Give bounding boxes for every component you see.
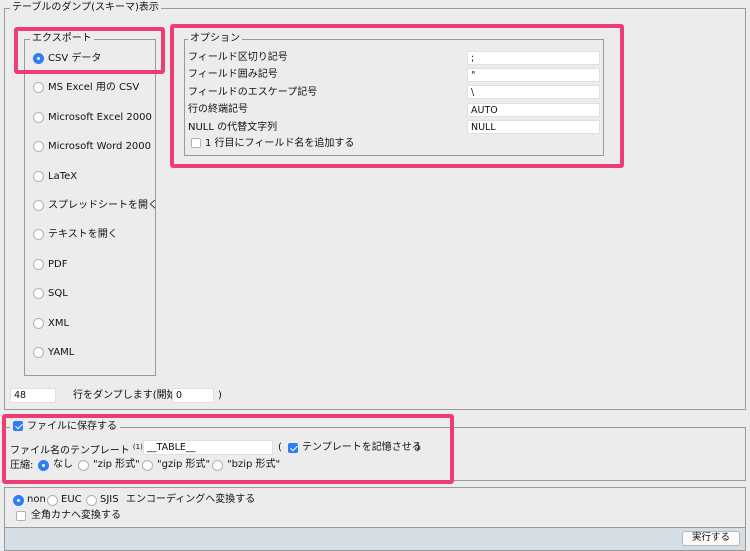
highlight-csv-export — [14, 27, 165, 74]
execute-button[interactable]: 実行する — [682, 531, 740, 546]
encoding-radio[interactable] — [13, 495, 24, 506]
kana-convert-label: 全角カナへ変換する — [31, 510, 121, 521]
export-format-label[interactable]: SQL — [48, 287, 68, 300]
encoding-option-label[interactable]: SJIS — [100, 493, 119, 506]
dump-rows-close: ) — [218, 390, 222, 401]
highlight-save-file — [2, 414, 454, 484]
export-format-label[interactable]: LaTeX — [48, 170, 77, 183]
export-format-label[interactable]: Microsoft Excel 2000 — [48, 111, 152, 124]
export-format-radio[interactable] — [33, 111, 44, 123]
export-format-label[interactable]: Microsoft Word 2000 — [48, 140, 151, 153]
row-count-input[interactable]: 48 — [10, 388, 56, 403]
export-format-radio[interactable] — [33, 258, 44, 270]
encoding-option-label[interactable]: non — [27, 493, 46, 506]
export-format-radio[interactable] — [33, 170, 44, 182]
kana-convert-checkbox[interactable] — [16, 511, 26, 521]
export-format-label[interactable]: YAML — [48, 346, 74, 359]
start-row-input[interactable]: 0 — [172, 388, 214, 403]
export-format-label[interactable]: XML — [48, 317, 69, 330]
encoding-radio[interactable] — [47, 495, 58, 506]
encoding-label: エンコーディングへ変換する — [126, 494, 256, 505]
export-format-radio[interactable] — [33, 347, 44, 358]
encoding-option-label[interactable]: EUC — [61, 493, 82, 506]
export-format-radio[interactable] — [33, 200, 44, 211]
highlight-options — [170, 24, 624, 168]
footer-bar — [4, 527, 746, 551]
export-format-radio[interactable] — [33, 317, 44, 329]
export-format-label[interactable]: スプレッドシートを開く — [48, 199, 158, 212]
export-format-label[interactable]: MS Excel 用の CSV — [48, 81, 139, 94]
encoding-radio[interactable] — [86, 495, 97, 506]
dump-title: テーブルのダンプ(スキーマ)表示 — [10, 2, 161, 14]
export-format-label[interactable]: テキストを開く — [48, 228, 118, 241]
export-format-label[interactable]: PDF — [48, 258, 67, 271]
